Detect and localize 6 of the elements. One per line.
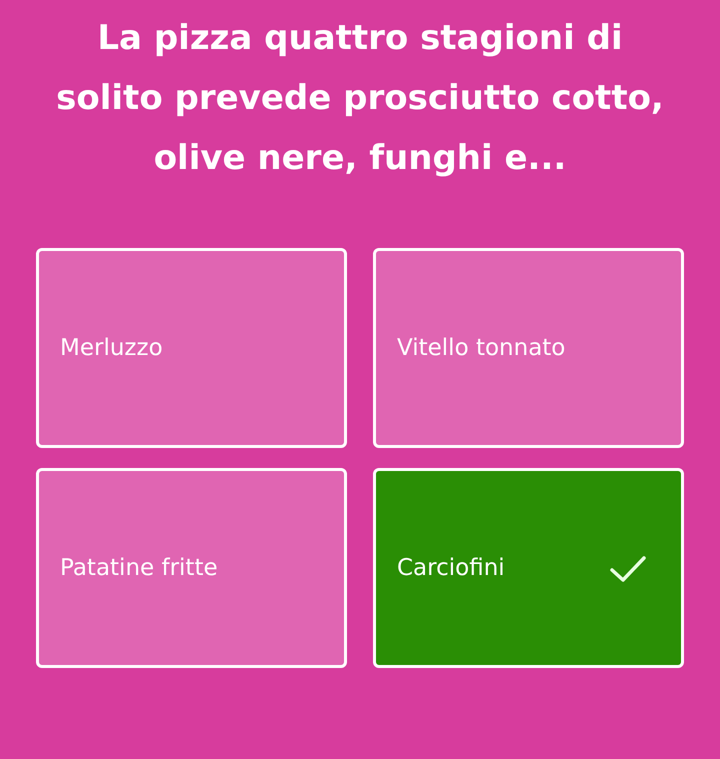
answer-button[interactable]: Carciofini [373, 468, 684, 668]
answer-button[interactable]: Merluzzo [36, 248, 347, 448]
checkmark-icon [609, 555, 647, 583]
answer-button[interactable]: Vitello tonnato [373, 248, 684, 448]
answer-button[interactable]: Patatine fritte [36, 468, 347, 668]
question-text: La pizza quattro stagioni di solito prevede prosciutto cotto, olive nere, funghi e... [55, 17, 665, 180]
